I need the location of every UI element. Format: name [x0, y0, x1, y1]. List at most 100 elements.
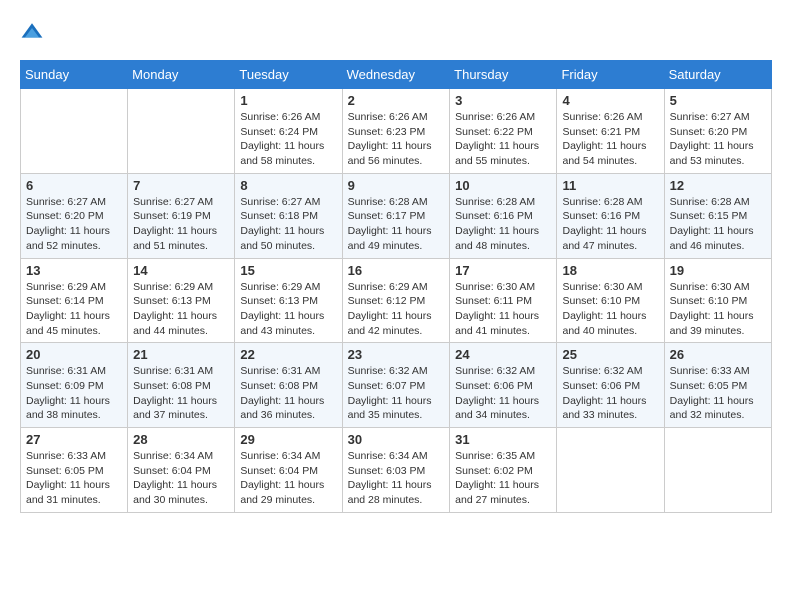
- day-number: 10: [455, 178, 551, 193]
- col-wednesday: Wednesday: [342, 61, 450, 89]
- day-number: 23: [348, 347, 445, 362]
- calendar-header-row: Sunday Monday Tuesday Wednesday Thursday…: [21, 61, 772, 89]
- calendar-cell: 5Sunrise: 6:27 AM Sunset: 6:20 PM Daylig…: [664, 89, 771, 174]
- day-info: Sunrise: 6:27 AM Sunset: 6:18 PM Dayligh…: [240, 195, 336, 254]
- day-number: 17: [455, 263, 551, 278]
- day-info: Sunrise: 6:30 AM Sunset: 6:11 PM Dayligh…: [455, 280, 551, 339]
- day-number: 27: [26, 432, 122, 447]
- day-number: 15: [240, 263, 336, 278]
- calendar-cell: 25 Sunrise: 6:32 AM Sunset: 6:06 PM Dayli…: [557, 343, 664, 428]
- calendar-week-1: 1 Sunrise: 6:26 AM Sunset: 6:24 PM Daylig…: [21, 89, 772, 174]
- calendar-cell: 19 Sunrise: 6:30 AM Sunset: 6:10 PM Dayli…: [664, 258, 771, 343]
- col-friday: Friday: [557, 61, 664, 89]
- day-info: Sunrise: 6:35 AM Sunset: 6:02 PM Dayligh…: [455, 449, 551, 508]
- day-info: Sunrise: 6:29 AM Sunset: 6:13 PM Dayligh…: [240, 280, 336, 339]
- day-number: 31: [455, 432, 551, 447]
- calendar-cell: 14Sunrise: 6:29 AM Sunset: 6:13 PM Dayli…: [128, 258, 235, 343]
- col-saturday: Saturday: [664, 61, 771, 89]
- col-sunday: Sunday: [21, 61, 128, 89]
- day-number: 8: [240, 178, 336, 193]
- day-info: Sunrise: 6:32 AM Sunset: 6:06 PM Dayligh…: [562, 364, 658, 423]
- day-number: 12: [670, 178, 766, 193]
- calendar-cell: 10 Sunrise: 6:28 AM Sunset: 6:16 PM Dayli…: [450, 173, 557, 258]
- calendar-cell: 2 Sunrise: 6:26 AM Sunset: 6:23 PM Daylig…: [342, 89, 450, 174]
- calendar-cell: 4 Sunrise: 6:26 AM Sunset: 6:21 PM Daylig…: [557, 89, 664, 174]
- day-number: 1: [240, 93, 336, 108]
- day-info: Sunrise: 6:27 AM Sunset: 6:19 PM Dayligh…: [133, 195, 229, 254]
- calendar-cell: 23 Sunrise: 6:32 AM Sunset: 6:07 PM Dayli…: [342, 343, 450, 428]
- day-info: Sunrise: 6:33 AM Sunset: 6:05 PM Dayligh…: [670, 364, 766, 423]
- day-info: Sunrise: 6:34 AM Sunset: 6:04 PM Dayligh…: [240, 449, 336, 508]
- calendar-cell: [664, 428, 771, 513]
- calendar-cell: 9 Sunrise: 6:28 AM Sunset: 6:17 PM Daylig…: [342, 173, 450, 258]
- logo-icon: [20, 20, 44, 44]
- day-number: 19: [670, 263, 766, 278]
- day-number: 29: [240, 432, 336, 447]
- day-info: Sunrise: 6:34 AM Sunset: 6:03 PM Dayligh…: [348, 449, 445, 508]
- calendar-cell: 24Sunrise: 6:32 AM Sunset: 6:06 PM Dayli…: [450, 343, 557, 428]
- calendar-cell: 11Sunrise: 6:28 AM Sunset: 6:16 PM Dayli…: [557, 173, 664, 258]
- day-number: 26: [670, 347, 766, 362]
- day-number: 25: [562, 347, 658, 362]
- day-number: 9: [348, 178, 445, 193]
- calendar-cell: 7 Sunrise: 6:27 AM Sunset: 6:19 PM Daylig…: [128, 173, 235, 258]
- col-monday: Monday: [128, 61, 235, 89]
- day-info: Sunrise: 6:26 AM Sunset: 6:21 PM Dayligh…: [562, 110, 658, 169]
- day-info: Sunrise: 6:32 AM Sunset: 6:07 PM Dayligh…: [348, 364, 445, 423]
- day-info: Sunrise: 6:26 AM Sunset: 6:22 PM Dayligh…: [455, 110, 551, 169]
- day-info: Sunrise: 6:34 AM Sunset: 6:04 PM Dayligh…: [133, 449, 229, 508]
- day-info: Sunrise: 6:29 AM Sunset: 6:14 PM Dayligh…: [26, 280, 122, 339]
- day-number: 13: [26, 263, 122, 278]
- day-number: 4: [562, 93, 658, 108]
- calendar-cell: 8 Sunrise: 6:27 AM Sunset: 6:18 PM Daylig…: [235, 173, 342, 258]
- day-number: 6: [26, 178, 122, 193]
- day-number: 18: [562, 263, 658, 278]
- day-number: 22: [240, 347, 336, 362]
- calendar-cell: 27 Sunrise: 6:33 AM Sunset: 6:05 PM Dayli…: [21, 428, 128, 513]
- calendar-cell: [21, 89, 128, 174]
- calendar-cell: 18 Sunrise: 6:30 AM Sunset: 6:10 PM Dayli…: [557, 258, 664, 343]
- calendar-table: Sunday Monday Tuesday Wednesday Thursday…: [20, 60, 772, 513]
- day-number: 20: [26, 347, 122, 362]
- day-number: 7: [133, 178, 229, 193]
- calendar-week-2: 6 Sunrise: 6:27 AM Sunset: 6:20 PM Daylig…: [21, 173, 772, 258]
- day-info: Sunrise: 6:26 AM Sunset: 6:24 PM Dayligh…: [240, 110, 336, 169]
- calendar-cell: 22Sunrise: 6:31 AM Sunset: 6:08 PM Dayli…: [235, 343, 342, 428]
- calendar-cell: 17 Sunrise: 6:30 AM Sunset: 6:11 PM Dayli…: [450, 258, 557, 343]
- col-thursday: Thursday: [450, 61, 557, 89]
- calendar-cell: 31 Sunrise: 6:35 AM Sunset: 6:02 PM Dayli…: [450, 428, 557, 513]
- day-info: Sunrise: 6:30 AM Sunset: 6:10 PM Dayligh…: [670, 280, 766, 339]
- day-info: Sunrise: 6:31 AM Sunset: 6:09 PM Dayligh…: [26, 364, 122, 423]
- calendar-cell: 16 Sunrise: 6:29 AM Sunset: 6:12 PM Dayli…: [342, 258, 450, 343]
- calendar-cell: 21Sunrise: 6:31 AM Sunset: 6:08 PM Dayli…: [128, 343, 235, 428]
- day-number: 2: [348, 93, 445, 108]
- calendar-week-4: 20 Sunrise: 6:31 AM Sunset: 6:09 PM Dayli…: [21, 343, 772, 428]
- day-info: Sunrise: 6:30 AM Sunset: 6:10 PM Dayligh…: [562, 280, 658, 339]
- day-number: 16: [348, 263, 445, 278]
- day-info: Sunrise: 6:29 AM Sunset: 6:13 PM Dayligh…: [133, 280, 229, 339]
- day-number: 30: [348, 432, 445, 447]
- day-info: Sunrise: 6:33 AM Sunset: 6:05 PM Dayligh…: [26, 449, 122, 508]
- calendar-cell: [128, 89, 235, 174]
- day-info: Sunrise: 6:32 AM Sunset: 6:06 PM Dayligh…: [455, 364, 551, 423]
- day-info: Sunrise: 6:31 AM Sunset: 6:08 PM Dayligh…: [133, 364, 229, 423]
- calendar-cell: 6 Sunrise: 6:27 AM Sunset: 6:20 PM Daylig…: [21, 173, 128, 258]
- day-number: 5: [670, 93, 766, 108]
- day-info: Sunrise: 6:28 AM Sunset: 6:17 PM Dayligh…: [348, 195, 445, 254]
- calendar-week-3: 13 Sunrise: 6:29 AM Sunset: 6:14 PM Dayli…: [21, 258, 772, 343]
- logo: [20, 20, 48, 44]
- calendar-cell: 29 Sunrise: 6:34 AM Sunset: 6:04 PM Dayli…: [235, 428, 342, 513]
- page-header: [20, 20, 772, 44]
- calendar-cell: 26 Sunrise: 6:33 AM Sunset: 6:05 PM Dayli…: [664, 343, 771, 428]
- calendar-cell: 20 Sunrise: 6:31 AM Sunset: 6:09 PM Dayli…: [21, 343, 128, 428]
- day-info: Sunrise: 6:26 AM Sunset: 6:23 PM Dayligh…: [348, 110, 445, 169]
- day-number: 11: [562, 178, 658, 193]
- col-tuesday: Tuesday: [235, 61, 342, 89]
- day-number: 28: [133, 432, 229, 447]
- day-info: Sunrise: 6:29 AM Sunset: 6:12 PM Dayligh…: [348, 280, 445, 339]
- calendar-cell: 12Sunrise: 6:28 AM Sunset: 6:15 PM Dayli…: [664, 173, 771, 258]
- calendar-cell: 3Sunrise: 6:26 AM Sunset: 6:22 PM Daylig…: [450, 89, 557, 174]
- day-info: Sunrise: 6:28 AM Sunset: 6:16 PM Dayligh…: [455, 195, 551, 254]
- calendar-cell: 1 Sunrise: 6:26 AM Sunset: 6:24 PM Daylig…: [235, 89, 342, 174]
- day-info: Sunrise: 6:27 AM Sunset: 6:20 PM Dayligh…: [26, 195, 122, 254]
